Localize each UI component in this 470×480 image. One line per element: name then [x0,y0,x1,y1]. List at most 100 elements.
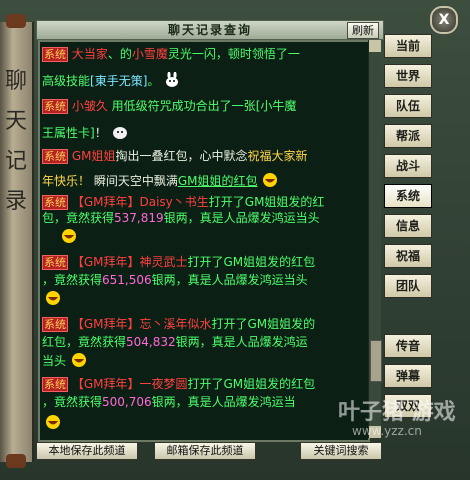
message-text: 红包，竟然获得 [42,335,127,349]
system-tag: 系统 [42,255,68,270]
scroll-knob-top [6,14,26,28]
tab-guild[interactable]: 帮派 [384,124,432,148]
title-bar: 聊天记录查询 刷新 [36,20,384,40]
message-line: 红包，竟然获得504,832银两，真是人品爆发鸿运 [42,334,366,350]
silver-amount: 537,819 [114,211,164,225]
refresh-button[interactable]: 刷新 [347,22,379,39]
watermark-logo: 叶子猪 游戏 [338,400,456,425]
message-text: 高级技能 [42,74,91,88]
message-text: 包，竟然获得 [42,211,115,225]
chat-scrollbar[interactable] [368,40,382,438]
message-line: 系统 【GM拜年】神灵武士打开了GM姐姐发的红包 [42,254,366,271]
message-line: 系统 GM姐姐掏出一叠红包，心中默念祝福大家新 [42,148,366,165]
message-line: 系统 【GM拜年】Daisy丶书生打开了GM姐姐发的红 [42,194,366,211]
message-text: 打开了GM姐姐发的 [211,317,316,331]
message-text: 、的 [107,47,132,61]
player-name[interactable]: 大当家 [72,47,108,61]
system-tag: 系统 [42,149,68,164]
message-text: ！ [94,126,107,140]
tab-current[interactable]: 当前 [384,34,432,58]
message-text: ，竟然获得 [42,395,103,409]
tab-system[interactable]: 系统 [384,184,432,208]
message-text: 打开了GM姐姐发的红包 [187,377,316,391]
save-mail-button[interactable]: 邮箱保存此频道 [154,442,256,460]
side-title-char: 录 [4,189,27,214]
tab-whisper[interactable]: 传音 [384,334,432,358]
system-tag: 系统 [42,99,68,114]
window-title: 聊天记录查询 [167,23,252,37]
message-line: 包，竟然获得537,819银两，真是人品爆发鸿运当头 [42,210,366,243]
side-title-char: 天 [4,109,27,134]
player-name[interactable]: 【GM拜年】一夜梦圆 [72,377,188,391]
sheep-emoticon-icon [112,127,127,139]
watermark-url: www.yzz.cn [352,424,422,438]
message-line: 系统 小皱久 用低级符咒成功合出了一张[小牛魔 [42,98,366,115]
message-text: 年快乐！ [42,174,91,188]
message-text: 当头 [42,354,67,368]
smile-emoticon-icon [71,353,86,367]
message-line: 系统 【GM拜年】忘丶溪年似水打开了GM姐姐发的 [42,316,366,333]
silver-amount: 500,706 [102,395,152,409]
message-line: ，竟然获得500,706银两，真是人品爆发鸿运当 [42,394,366,429]
tab-battle[interactable]: 战斗 [384,154,432,178]
tab-blessing[interactable]: 祝福 [384,244,432,268]
smile-emoticon-icon [263,173,278,187]
message-line: 高级技能[東手无策]。 [42,72,366,89]
player-name[interactable]: 【GM拜年】Daisy丶书生 [72,195,209,209]
message-text: 用低级符咒成功合出了一张 [111,99,256,113]
chat-record-window: 聊 天 记 录 聊天记录查询 刷新 X 系统 大当家、的小雪魔灵光一闪，顿时领悟… [0,0,470,480]
smile-emoticon-icon [62,229,76,243]
message-text: 瞬间天空中飘满 [93,174,178,188]
message-line: 当头 [42,352,366,369]
message-line: 系统 【GM拜年】一夜梦圆打开了GM姐姐发的红包 [42,376,366,393]
system-tag: 系统 [42,47,68,62]
save-local-button[interactable]: 本地保存此频道 [36,442,138,460]
message-text: 银两，真是人品爆发鸿运当头 [151,273,308,287]
pet-name[interactable]: 小雪魔 [132,47,168,61]
tab-world[interactable]: 世界 [384,64,432,88]
message-text: 灵光一闪，顿时领悟了一 [167,47,300,61]
player-name[interactable]: 【GM拜年】神灵武士 [72,255,188,269]
smile-emoticon-icon [46,415,60,429]
player-name[interactable]: GM姐姐 [72,149,116,163]
tab-danmaku[interactable]: 弹幕 [384,364,432,388]
message-line: 系统 大当家、的小雪魔灵光一闪，顿时领悟了一 [42,46,366,63]
message-line: 年快乐！ 瞬间天空中飘满GM姐姐的红包 [42,172,366,189]
tab-team[interactable]: 队伍 [384,94,432,118]
message-line: 王属性卡]！ [42,124,366,141]
skill-link[interactable]: [東手无策] [90,74,147,88]
keyword-search-button[interactable]: 关键词搜索 [300,442,382,460]
message-text: 打开了GM姐姐发的红 [208,195,325,209]
message-text: 打开了GM姐姐发的红包 [187,255,316,269]
chat-log: 系统 大当家、的小雪魔灵光一闪，顿时领悟了一 高级技能[東手无策]。 系统 小皱… [38,40,370,442]
tab-info[interactable]: 信息 [384,214,432,238]
tab-group[interactable]: 团队 [384,274,432,298]
system-tag: 系统 [42,195,68,210]
close-button[interactable]: X [430,6,458,34]
scroll-thumb[interactable] [370,340,382,382]
message-text: 银两，真是人品爆发鸿运当头 [163,211,320,225]
message-line: ，竟然获得651,506银两，真是人品爆发鸿运当头 [42,272,366,305]
message-text: ，竟然获得 [42,273,103,287]
silver-amount: 504,832 [126,335,176,349]
scroll-knob-bottom [6,454,26,468]
message-text: 祝福大家新 [247,149,308,163]
system-tag: 系统 [42,317,68,332]
system-tag: 系统 [42,377,68,392]
message-text: 。 [147,74,160,88]
item-link[interactable]: [小牛魔 [256,99,297,113]
scroll-up-arrow-icon[interactable] [369,40,381,52]
item-link[interactable]: 王属性卡] [42,126,95,140]
message-text: 掏出一叠红包，心中默念 [115,149,248,163]
side-title-char: 聊 [4,69,27,94]
smile-emoticon-icon [46,291,60,305]
side-title: 聊 天 记 录 [4,62,28,222]
silver-amount: 651,506 [102,273,152,287]
red-packet-link[interactable]: GM姐姐的红包 [178,174,258,188]
rabbit-emoticon-icon [166,72,179,87]
player-name[interactable]: 小皱久 [72,99,108,113]
side-scroll-ornament: 聊 天 记 录 [0,14,34,468]
message-text: 银两，真是人品爆发鸿运当 [151,395,296,409]
player-name[interactable]: 【GM拜年】忘丶溪年似水 [72,317,212,331]
message-text: 银两，真是人品爆发鸿运 [175,335,308,349]
